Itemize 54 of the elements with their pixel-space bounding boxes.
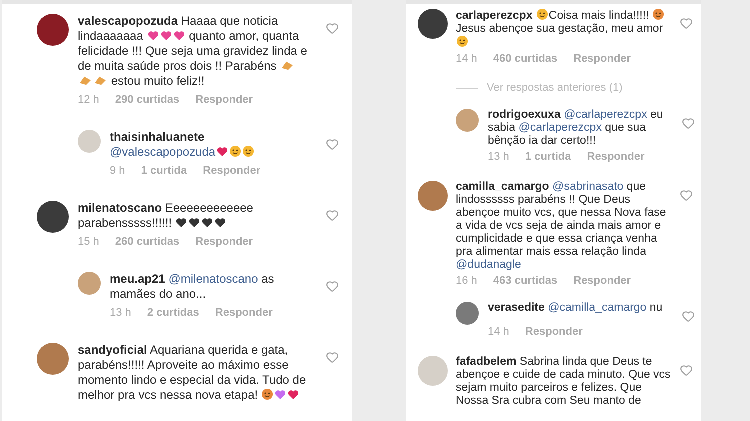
likes-count[interactable]: 1 curtida (141, 165, 188, 177)
reply-link[interactable]: Responder (587, 151, 645, 163)
reply-link[interactable]: Responder (196, 236, 254, 248)
mention-link[interactable]: @carlaperezcpx (564, 109, 648, 121)
comment-text: rodrigoexuxa @carlaperezcpx eu sabia @carlaperezcpx que sua bênção ia dar certo!!! (488, 109, 664, 148)
like-heart-icon[interactable] (326, 22, 339, 35)
comment-time: 13 h (110, 307, 132, 319)
like-heart-icon[interactable] (682, 117, 695, 130)
view-previous-replies[interactable]: Ver respostas anteriores (1) (456, 82, 695, 94)
comment-text: sandyoficial Aquariana querida e gata, parabéns!!!!! Aproveite ao máximo esse momento lindo e especial da vida. Tudo de melhor pra vcs nessa nova etapa! (78, 343, 308, 403)
mention-link[interactable]: @carlaperezcpx (518, 122, 602, 134)
avatar-photo[interactable] (418, 9, 448, 39)
avatar-photo[interactable] (37, 14, 69, 46)
reply-link[interactable]: Responder (574, 53, 632, 65)
mention-link[interactable]: @milenatoscano (168, 272, 258, 286)
comment-text: thaisinhaluanete @valescapopozuda (110, 130, 310, 160)
mention-link[interactable]: @dudanagle (456, 259, 522, 271)
mention-link[interactable]: @sabrinasato (552, 181, 624, 193)
comment-text: fafadbelem Sabrina linda que Deus te abençoe e cuide de cada minuto. Que vcs sejam muito parceiros e felizes. Que Nossa Sra cubra com Seu manto de (456, 356, 672, 408)
comment-time: 9 h (110, 165, 126, 177)
like-heart-icon[interactable] (326, 351, 339, 364)
comment-time: 16 h (456, 275, 478, 287)
comment-time: 14 h (456, 53, 478, 65)
avatar-photo[interactable] (37, 201, 69, 233)
likes-count[interactable]: 463 curtidas (493, 275, 558, 287)
reply-link[interactable]: Responder (203, 165, 261, 177)
comment-time: 15 h (78, 236, 100, 248)
reply-link[interactable]: Responder (574, 275, 632, 287)
comment-time: 14 h (488, 326, 510, 338)
mention-link[interactable]: @camilla_camargo (548, 302, 647, 314)
like-heart-icon[interactable] (326, 138, 339, 151)
likes-count[interactable]: 1 curtida (525, 151, 572, 163)
comment-text: verasedite @camilla_camargo nu (488, 302, 664, 315)
reply-link[interactable]: Responder (196, 94, 254, 106)
comment-text: meu.ap21 @milenatoscano as mamães do ano... (110, 272, 276, 302)
comment-time: 12 h (78, 94, 100, 106)
like-heart-icon[interactable] (680, 364, 693, 377)
likes-count[interactable]: 2 curtidas (147, 307, 200, 319)
like-heart-icon[interactable] (326, 280, 339, 293)
comment-text: valescapopozuda Haaaa que noticia lindaaaaaaa quanto amor, quanta felicidade !!! Que seja uma gravidez linda e de muita saúde pros dois !! Parabéns estou muito feliz!! (78, 14, 308, 89)
mention-link[interactable]: @valescapopozuda (110, 145, 216, 159)
like-heart-icon[interactable] (680, 17, 693, 30)
comment-text: milenatoscano Eeeeeeeeeeeee parabensssss!!!!!! (78, 201, 254, 231)
comment-text: carlaperezcpx Coisa mais linda!!!!! Jesus abençoe sua gestação, meu amor (456, 9, 672, 50)
likes-count[interactable]: 290 curtidas (115, 94, 180, 106)
comment-text: camilla_camargo @sabrinasato que lindossssss parabéns !! Que Deus abençoe muito vcs, que nessa Nova fase a vida de vcs seja de ainda mais amor e cumplicidade e que essa criança venha pra alimentar mais essa relação linda @dudanagle (456, 181, 668, 272)
like-heart-icon[interactable] (326, 209, 339, 222)
likes-count[interactable]: 460 curtidas (493, 53, 558, 65)
likes-count[interactable]: 260 curtidas (115, 236, 180, 248)
reply-link[interactable]: Responder (215, 307, 273, 319)
comment-time: 13 h (488, 151, 510, 163)
like-heart-icon[interactable] (680, 189, 693, 202)
like-heart-icon[interactable] (682, 310, 695, 323)
reply-link[interactable]: Responder (525, 326, 583, 338)
